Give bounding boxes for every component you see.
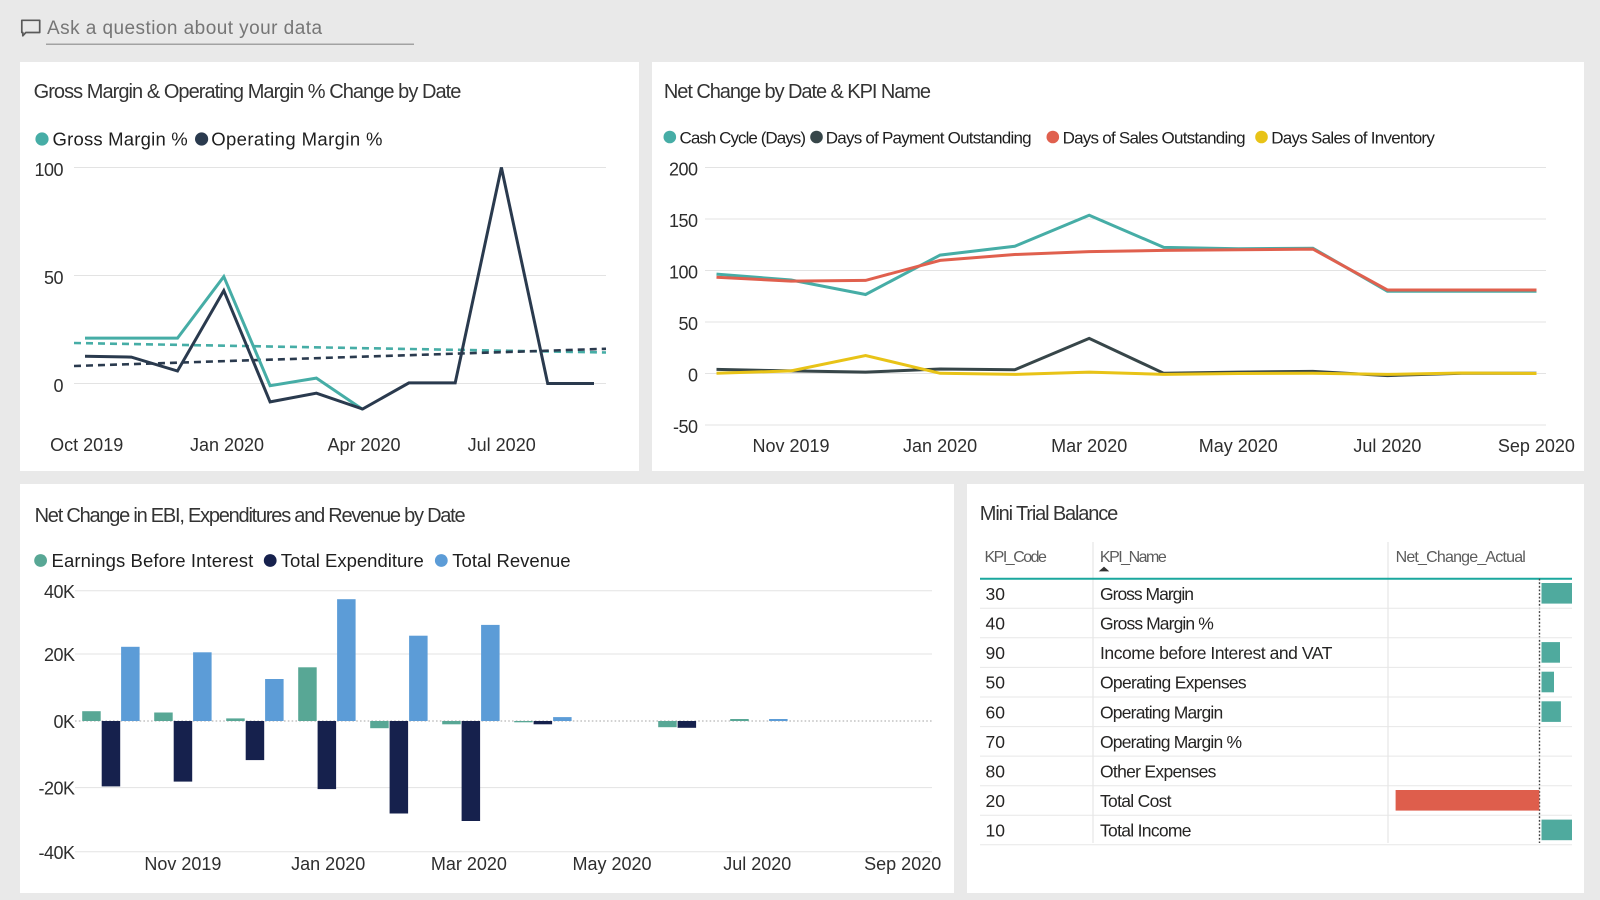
- svg-text:Ask a question about your data: Ask a question about your data: [47, 18, 322, 39]
- svg-text:Operating Expenses: Operating Expenses: [1100, 673, 1247, 693]
- svg-text:Mar 2020: Mar 2020: [1051, 436, 1127, 456]
- svg-text:Jul 2020: Jul 2020: [468, 435, 536, 455]
- svg-text:Days of Sales Outstanding: Days of Sales Outstanding: [1063, 129, 1246, 148]
- svg-text:Other Expenses: Other Expenses: [1100, 761, 1217, 781]
- svg-text:100: 100: [34, 160, 63, 180]
- svg-text:40K: 40K: [44, 582, 75, 602]
- svg-text:Gross Margin %: Gross Margin %: [1100, 614, 1213, 634]
- svg-text:Days Sales of Inventory: Days Sales of Inventory: [1271, 129, 1435, 148]
- svg-text:150: 150: [669, 211, 698, 231]
- svg-text:50: 50: [986, 673, 1006, 693]
- svg-text:30: 30: [986, 584, 1006, 604]
- svg-text:-20K: -20K: [38, 779, 75, 799]
- svg-text:Sep 2020: Sep 2020: [1498, 436, 1575, 456]
- svg-text:Total Expenditure: Total Expenditure: [281, 550, 424, 571]
- svg-text:50: 50: [44, 268, 64, 288]
- svg-text:20: 20: [986, 791, 1006, 811]
- svg-text:Total Cost: Total Cost: [1100, 791, 1172, 811]
- svg-text:100: 100: [669, 263, 698, 283]
- svg-text:KPI_Name: KPI_Name: [1100, 549, 1167, 566]
- svg-text:May 2020: May 2020: [572, 854, 651, 874]
- svg-text:Total Income: Total Income: [1100, 821, 1191, 841]
- svg-text:40: 40: [986, 614, 1006, 634]
- svg-text:Earnings Before Interest: Earnings Before Interest: [52, 550, 254, 571]
- svg-text:60: 60: [986, 702, 1006, 722]
- svg-text:Sep 2020: Sep 2020: [864, 854, 941, 874]
- svg-text:Gross Margin %: Gross Margin %: [53, 129, 188, 150]
- svg-text:Cash Cycle (Days): Cash Cycle (Days): [680, 129, 806, 148]
- svg-text:20K: 20K: [44, 645, 75, 665]
- svg-text:Net Change by Date & KPI Name: Net Change by Date & KPI Name: [664, 81, 931, 103]
- svg-text:Net_Change_Actual: Net_Change_Actual: [1396, 549, 1526, 566]
- svg-text:Net Change in EBI, Expenditure: Net Change in EBI, Expenditures and Reve…: [35, 505, 466, 527]
- svg-text:0K: 0K: [53, 712, 75, 732]
- svg-text:Apr 2020: Apr 2020: [327, 435, 400, 455]
- svg-text:Operating Margin %: Operating Margin %: [1100, 732, 1241, 752]
- svg-text:Jan 2020: Jan 2020: [190, 435, 264, 455]
- svg-text:Oct 2019: Oct 2019: [50, 435, 123, 455]
- svg-text:Nov 2019: Nov 2019: [752, 436, 829, 456]
- svg-text:0: 0: [53, 376, 63, 396]
- svg-text:80: 80: [986, 761, 1006, 781]
- svg-text:Nov 2019: Nov 2019: [144, 854, 221, 874]
- svg-text:-40K: -40K: [38, 843, 75, 863]
- svg-text:Mini Trial Balance: Mini Trial Balance: [980, 503, 1118, 525]
- svg-text:Income before Interest and VAT: Income before Interest and VAT: [1100, 643, 1333, 663]
- svg-text:May 2020: May 2020: [1199, 436, 1278, 456]
- svg-text:Jan 2020: Jan 2020: [903, 436, 977, 456]
- svg-text:-50: -50: [673, 417, 698, 437]
- svg-text:0: 0: [688, 366, 698, 386]
- svg-text:10: 10: [986, 821, 1006, 841]
- svg-text:50: 50: [678, 314, 698, 334]
- svg-text:90: 90: [986, 643, 1006, 663]
- svg-text:KPI_Code: KPI_Code: [985, 549, 1048, 566]
- svg-text:Gross Margin: Gross Margin: [1100, 584, 1193, 604]
- svg-text:Jul 2020: Jul 2020: [723, 854, 791, 874]
- svg-text:Jul 2020: Jul 2020: [1353, 436, 1421, 456]
- svg-text:Operating Margin: Operating Margin: [1100, 702, 1222, 722]
- svg-text:Gross Margin & Operating Margi: Gross Margin & Operating Margin % Change…: [34, 81, 462, 103]
- svg-text:Jan 2020: Jan 2020: [291, 854, 365, 874]
- svg-text:200: 200: [669, 160, 698, 180]
- svg-text:Days of Payment Outstanding: Days of Payment Outstanding: [826, 129, 1031, 148]
- svg-text:70: 70: [986, 732, 1006, 752]
- svg-text:Total Revenue: Total Revenue: [452, 550, 570, 571]
- svg-text:Mar 2020: Mar 2020: [431, 854, 507, 874]
- svg-text:Operating Margin %: Operating Margin %: [211, 129, 383, 150]
